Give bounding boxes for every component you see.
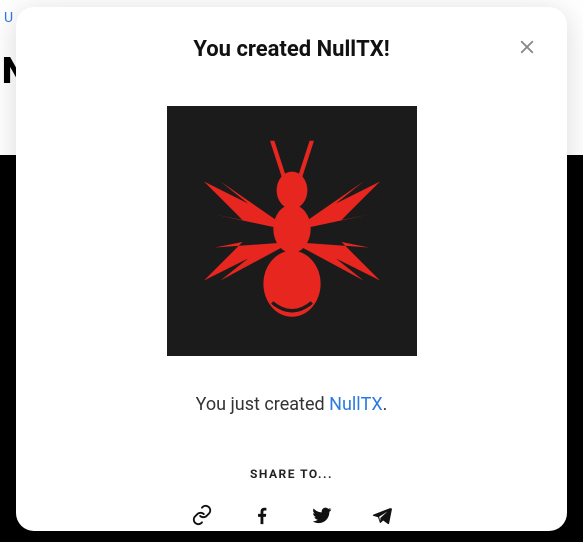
share-row — [16, 501, 567, 529]
link-icon — [191, 504, 213, 526]
close-icon — [518, 38, 536, 56]
telegram-icon — [371, 504, 393, 526]
creation-modal: You created NullTX! — [16, 7, 567, 531]
share-twitter-button[interactable] — [308, 501, 336, 529]
share-telegram-button[interactable] — [368, 501, 396, 529]
close-button[interactable] — [513, 33, 541, 61]
facebook-icon — [251, 504, 273, 526]
subtitle-link[interactable]: NullTX — [329, 394, 383, 415]
twitter-icon — [311, 504, 333, 526]
page-backdrop: U N You created NullTX! — [0, 0, 583, 542]
modal-subtitle: You just created NullTX. — [16, 394, 567, 415]
modal-title: You created NullTX! — [16, 37, 567, 62]
share-facebook-button[interactable] — [248, 501, 276, 529]
background-link-fragment: U — [4, 10, 13, 26]
subtitle-suffix: . — [383, 394, 388, 415]
creation-artwork — [167, 106, 417, 356]
share-link-button[interactable] — [188, 501, 216, 529]
ant-lightning-icon — [182, 121, 402, 341]
subtitle-prefix: You just created — [196, 394, 330, 415]
share-label: SHARE TO... — [16, 467, 567, 481]
